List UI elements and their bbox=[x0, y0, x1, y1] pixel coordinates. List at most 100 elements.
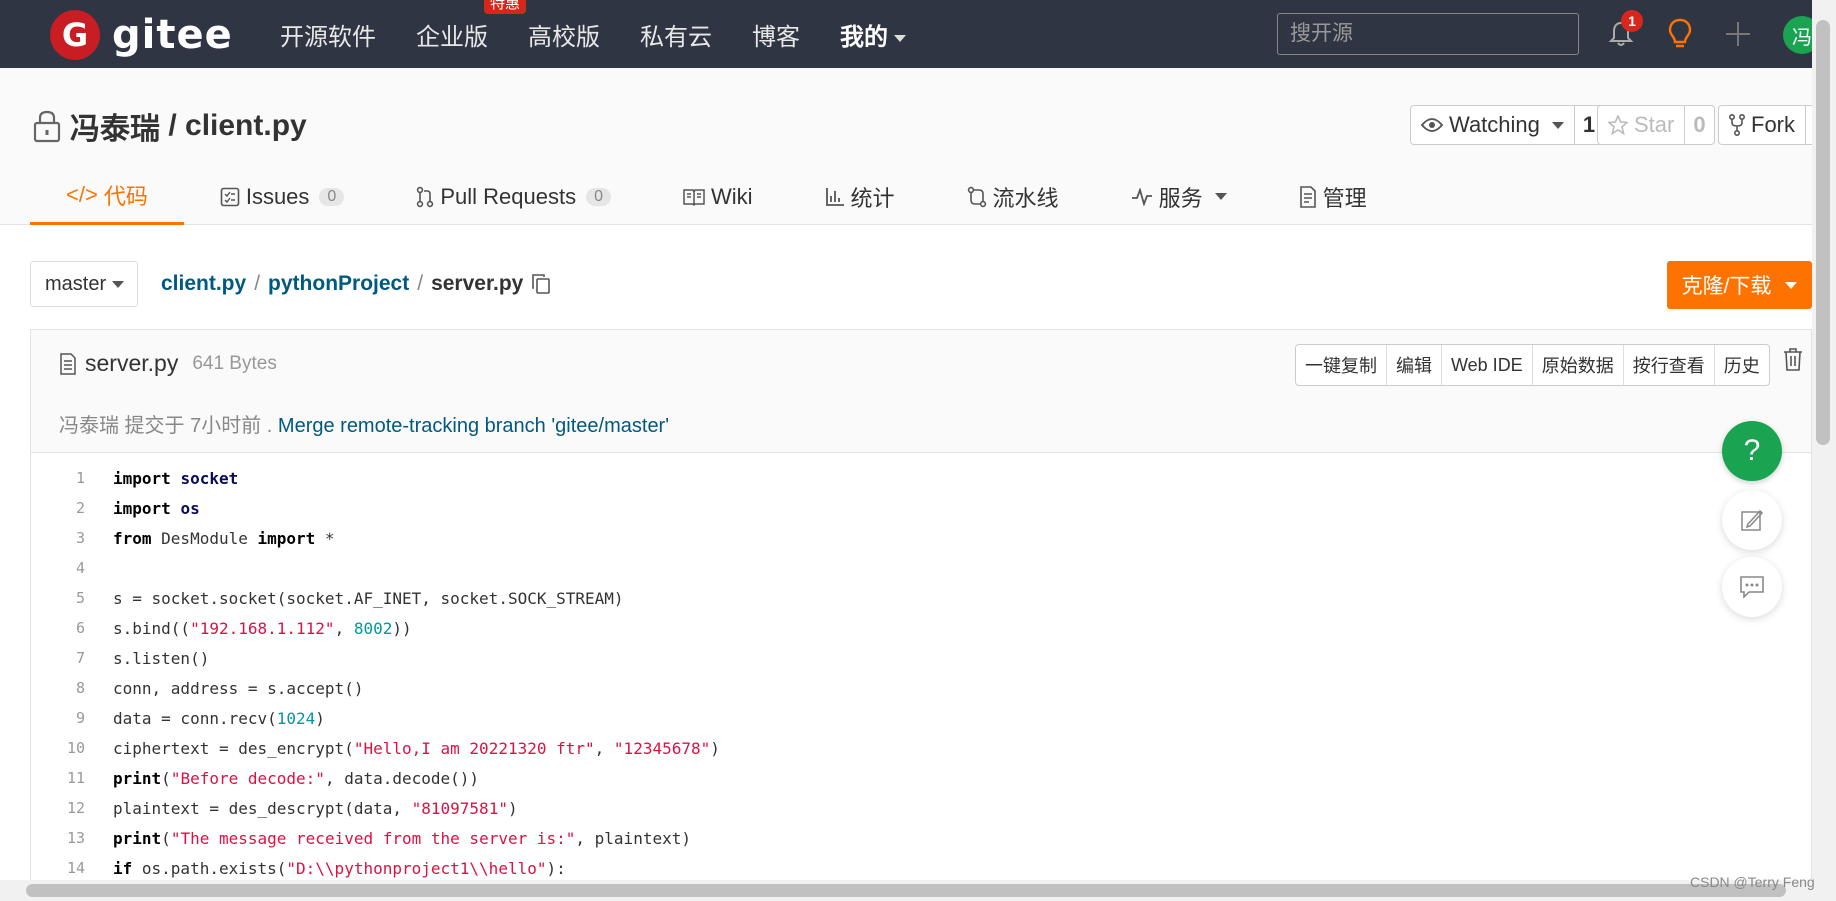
line-number[interactable]: 6 bbox=[31, 619, 85, 637]
star-label-wrap: Star bbox=[1598, 106, 1684, 144]
star-icon bbox=[1608, 115, 1628, 135]
question-icon: ? bbox=[1743, 434, 1761, 467]
edit-button[interactable]: 编辑 bbox=[1386, 345, 1441, 385]
nav-item-blog[interactable]: 博客 bbox=[752, 17, 800, 52]
trash-icon[interactable] bbox=[1783, 348, 1803, 372]
code-line: 9 data = conn.recv(1024) bbox=[31, 703, 1811, 733]
repo-name-link[interactable]: client.py bbox=[185, 109, 307, 143]
history-button[interactable]: 历史 bbox=[1713, 345, 1769, 385]
breadcrumb-separator: / bbox=[417, 272, 424, 295]
fork-icon bbox=[1729, 114, 1745, 136]
line-number[interactable]: 4 bbox=[31, 559, 85, 577]
watch-button[interactable]: Watching 1 bbox=[1410, 105, 1605, 145]
vertical-scrollbar[interactable] bbox=[1812, 0, 1836, 901]
code-line: 1 import socket bbox=[31, 463, 1811, 493]
code-line: 4 bbox=[31, 553, 1811, 583]
line-number[interactable]: 9 bbox=[31, 709, 85, 727]
raw-button[interactable]: 原始数据 bbox=[1531, 345, 1623, 385]
code-line: 5 s = socket.socket(socket.AF_INET, socke… bbox=[31, 583, 1811, 613]
copy-all-button[interactable]: 一键复制 bbox=[1296, 345, 1386, 385]
line-number[interactable]: 11 bbox=[31, 769, 85, 787]
tab-stats-label: 统计 bbox=[850, 185, 895, 211]
line-number[interactable]: 8 bbox=[31, 679, 85, 697]
help-button[interactable]: ? bbox=[1722, 421, 1782, 481]
tab-pipeline[interactable]: 流水线 bbox=[931, 168, 1095, 225]
tab-issues[interactable]: Issues 0 bbox=[184, 168, 381, 225]
tab-service[interactable]: 服务 bbox=[1095, 168, 1263, 225]
code-line: 3 from DesModule import * bbox=[31, 523, 1811, 553]
nav-item-mine[interactable]: 我的 bbox=[840, 17, 906, 52]
line-number[interactable]: 14 bbox=[31, 859, 85, 877]
tab-issues-label: Issues bbox=[245, 183, 310, 209]
chevron-down-icon bbox=[894, 34, 906, 42]
line-number[interactable]: 10 bbox=[31, 739, 85, 757]
copy-path-icon[interactable] bbox=[531, 273, 551, 295]
wiki-icon bbox=[683, 188, 705, 206]
top-navbar: G gitee 开源软件 企业版 特惠 高校版 私有云 博客 我的 搜开源 1 … bbox=[0, 0, 1836, 68]
line-number[interactable]: 3 bbox=[31, 529, 85, 547]
line-number[interactable]: 7 bbox=[31, 649, 85, 667]
code-line: 11 print("Before decode:", data.decode()) bbox=[31, 763, 1811, 793]
line-number[interactable]: 12 bbox=[31, 799, 85, 817]
code-text: print("Before decode:", data.decode()) bbox=[113, 768, 480, 788]
nav-item-private-cloud[interactable]: 私有云 bbox=[640, 17, 712, 52]
tab-code[interactable]: </> 代码 bbox=[30, 168, 184, 225]
file-header: server.py 641 Bytes 一键复制 编辑 Web IDE 原始数据… bbox=[31, 330, 1811, 453]
clone-download-button[interactable]: 克隆/下载 bbox=[1667, 261, 1812, 309]
star-button[interactable]: Star 0 bbox=[1597, 105, 1715, 145]
settings-icon bbox=[1299, 185, 1316, 208]
tab-pull-requests[interactable]: Pull Requests 0 bbox=[380, 168, 647, 225]
tab-stats[interactable]: 统计 bbox=[789, 168, 931, 225]
repo-owner-link[interactable]: 冯泰瑞 bbox=[70, 104, 160, 148]
create-button[interactable] bbox=[1718, 14, 1758, 54]
chevron-down-icon bbox=[1551, 121, 1564, 129]
feedback-edit-button[interactable] bbox=[1722, 490, 1782, 550]
line-number[interactable]: 13 bbox=[31, 829, 85, 847]
code-icon: </> bbox=[66, 182, 98, 207]
main-nav: 开源软件 企业版 特惠 高校版 私有云 博客 我的 bbox=[280, 0, 946, 68]
code-text: plaintext = des_descrypt(data, "81097581… bbox=[113, 798, 518, 818]
horizontal-scrollbar-thumb[interactable] bbox=[26, 884, 1786, 897]
nav-item-mine-label: 我的 bbox=[840, 23, 888, 51]
line-number[interactable]: 1 bbox=[31, 469, 85, 487]
tab-manage[interactable]: 管理 bbox=[1263, 168, 1403, 225]
gitee-logo-text: gitee bbox=[112, 12, 233, 58]
file-name-wrap: server.py 641 Bytes bbox=[59, 350, 277, 377]
commit-message-link[interactable]: Merge remote-tracking branch 'gitee/mast… bbox=[278, 415, 669, 437]
tab-wiki[interactable]: Wiki bbox=[647, 168, 789, 225]
code-line: 6 s.bind(("192.168.1.112", 8002)) bbox=[31, 613, 1811, 643]
code-line: 8 conn, address = s.accept() bbox=[31, 673, 1811, 703]
star-count[interactable]: 0 bbox=[1684, 106, 1713, 144]
lock-icon bbox=[33, 110, 61, 143]
chat-button[interactable] bbox=[1722, 557, 1782, 617]
code-text: if os.path.exists("D:\\pythonproject1\\h… bbox=[113, 858, 566, 878]
line-number[interactable]: 5 bbox=[31, 589, 85, 607]
lightbulb-button[interactable] bbox=[1660, 14, 1700, 54]
code-text: data = conn.recv(1024) bbox=[113, 708, 325, 728]
pull-requests-count: 0 bbox=[586, 187, 611, 206]
branch-selector[interactable]: master bbox=[30, 261, 138, 307]
file-name: server.py bbox=[85, 350, 179, 376]
breadcrumb-folder-link[interactable]: pythonProject bbox=[268, 272, 409, 296]
code-text: conn, address = s.accept() bbox=[113, 678, 364, 698]
breadcrumb-repo-link[interactable]: client.py bbox=[161, 272, 246, 296]
nav-item-enterprise[interactable]: 企业版 特惠 bbox=[416, 0, 526, 52]
line-number[interactable]: 2 bbox=[31, 499, 85, 517]
gitee-logo[interactable]: G gitee bbox=[50, 10, 233, 60]
blame-button[interactable]: 按行查看 bbox=[1622, 345, 1714, 385]
search-input[interactable]: 搜开源 bbox=[1277, 13, 1579, 55]
pull-request-icon bbox=[417, 186, 434, 207]
code-line: 12 plaintext = des_descrypt(data, "810975… bbox=[31, 793, 1811, 823]
breadcrumb-current-file: server.py bbox=[431, 272, 524, 295]
web-ide-button[interactable]: Web IDE bbox=[1441, 345, 1532, 385]
vertical-scrollbar-thumb[interactable] bbox=[1816, 20, 1830, 445]
code-text: ciphertext = des_encrypt("Hello,I am 202… bbox=[113, 738, 720, 758]
horizontal-scrollbar[interactable] bbox=[0, 880, 1812, 901]
service-icon bbox=[1131, 187, 1152, 206]
notification-button[interactable]: 1 bbox=[1601, 10, 1643, 54]
pipeline-icon bbox=[967, 186, 986, 207]
nav-item-open-source[interactable]: 开源软件 bbox=[280, 17, 376, 52]
nav-item-university[interactable]: 高校版 bbox=[528, 17, 600, 52]
code-text: s = socket.socket(socket.AF_INET, socket… bbox=[113, 588, 624, 608]
fork-label: Fork bbox=[1751, 112, 1795, 137]
